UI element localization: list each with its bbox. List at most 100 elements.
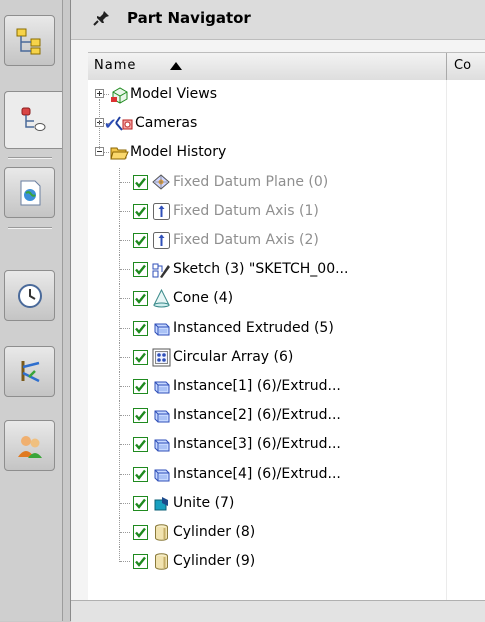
circular-array-icon [152,348,171,367]
extrude-icon [152,319,171,338]
tree-row-label: Instance[1] (6)/Extrud... [173,378,341,394]
expand-icon[interactable] [95,89,104,98]
tree-row-model-views[interactable]: Model Views [88,80,446,109]
column-divider [446,80,447,600]
tree-row-label: Cylinder (8) [173,524,256,540]
assembly-navigator-tab[interactable] [4,15,55,66]
roles-tab[interactable] [4,420,55,471]
tree-connector [120,415,130,416]
tree-row-label: Cameras [135,115,198,131]
tree-row-instance-4-6-extrud[interactable]: Instance[4] (6)/Extrud... [88,460,446,489]
feature-checkbox-icon[interactable] [133,525,148,540]
second-column-header[interactable]: Co [448,53,485,80]
tree-row-label: Model History [130,144,227,160]
tree-connector [120,298,130,299]
tree-row-label: Model Views [130,86,218,102]
tree-row-instance-1-6-extrud[interactable]: Instance[1] (6)/Extrud... [88,372,446,401]
feature-checkbox-icon[interactable] [133,379,148,394]
tree-connector [120,357,130,358]
tree-connector [120,386,130,387]
second-column-label: Co [454,58,472,73]
tree-row-cylinder-8[interactable]: Cylinder (8) [88,518,446,547]
system-materials-tab[interactable] [4,346,55,397]
tree-connector [119,547,120,562]
navigator-title-bar: Part Navigator [71,0,485,40]
tree-row-instance-3-6-extrud[interactable]: Instance[3] (6)/Extrud... [88,430,446,459]
tree-row-label: Unite (7) [173,495,235,511]
column-header-row: Name Co [88,52,485,81]
history-tab[interactable] [4,270,55,321]
open-folder-icon [110,143,129,162]
feature-checkbox-icon[interactable] [133,321,148,336]
extrude-icon [152,377,171,396]
tree-row-cameras[interactable]: ✔ Cameras [88,109,446,138]
name-column-header[interactable]: Name [88,53,447,80]
extrude-icon [152,435,171,454]
sketch-icon [152,260,171,279]
feature-checkbox-icon[interactable] [133,467,148,482]
feature-checkbox-icon[interactable] [133,496,148,511]
tree-row-circular-array-6[interactable]: Circular Array (6) [88,343,446,372]
model-views-icon [110,85,129,104]
tree-connector [120,211,130,212]
tree-row-fixed-datum-axis-2[interactable]: Fixed Datum Axis (2) [88,226,446,255]
tree-connector [120,561,130,562]
cylinder-icon [152,552,171,571]
tree-row-instance-2-6-extrud[interactable]: Instance[2] (6)/Extrud... [88,401,446,430]
feature-checkbox-icon[interactable] [133,233,148,248]
tree-row-label: Fixed Datum Axis (1) [173,203,319,219]
tree-row-label: Cone (4) [173,290,234,306]
datum-plane-icon [152,173,171,192]
sort-ascending-icon [170,62,182,70]
tree-connector [104,152,109,153]
tree-row-label: Fixed Datum Axis (2) [173,232,319,248]
tree-row-cylinder-9[interactable]: Cylinder (9) [88,547,446,576]
tree-row-label: Instanced Extruded (5) [173,320,334,336]
tree-row-unite-7[interactable]: Unite (7) [88,489,446,518]
feature-checkbox-icon[interactable] [133,554,148,569]
feature-checkbox-icon[interactable] [133,204,148,219]
tree-row-label: Instance[4] (6)/Extrud... [173,466,341,482]
feature-checkbox-icon[interactable] [133,262,148,277]
cameras-icon [114,114,133,133]
feature-checkbox-icon[interactable] [133,408,148,423]
feature-checkbox-icon[interactable] [133,350,148,365]
name-column-label: Name [94,58,137,73]
tree-row-label: Circular Array (6) [173,349,294,365]
tree-connector [120,532,130,533]
panel-title: Part Navigator [127,9,251,27]
feature-tree: Model Views ✔ Cameras Model History Fixed Da… [88,80,485,600]
tree-row-label: Sketch (3) "SKETCH_00... [173,261,349,277]
feature-checkbox-icon[interactable] [133,175,148,190]
history-clock-icon [17,283,42,308]
tree-row-instanced-extruded-5[interactable]: Instanced Extruded (5) [88,314,446,343]
details-splitter[interactable] [71,600,485,622]
system-materials-icon [21,360,40,382]
feature-checkbox-icon[interactable] [133,437,148,452]
web-browser-tab[interactable] [4,167,55,218]
tree-row-label: Cylinder (9) [173,553,256,569]
cone-icon [152,288,171,308]
tree-connector [120,328,130,329]
tree-connector [120,444,130,445]
tree-row-fixed-datum-axis-1[interactable]: Fixed Datum Axis (1) [88,197,446,226]
tree-connector [104,94,109,95]
tree-row-model-history[interactable]: Model History [88,138,446,167]
feature-checkbox-icon[interactable] [133,291,148,306]
tree-row-cone-4[interactable]: Cone (4) [88,284,446,313]
tree-connector [120,182,130,183]
tree-row-label: Instance[2] (6)/Extrud... [173,407,341,423]
assembly-navigator-icon [16,28,40,54]
tree-connector [120,269,130,270]
extrude-icon [152,406,171,425]
tree-row-fixed-datum-plane-0[interactable]: Fixed Datum Plane (0) [88,168,446,197]
unite-icon [152,494,171,513]
datum-axis-icon [152,231,171,250]
tree-connector [120,240,130,241]
part-navigator-icon [21,107,45,131]
pin-icon[interactable] [93,9,111,27]
part-navigator-tab[interactable] [4,91,62,149]
extrude-icon [152,465,171,484]
tree-row-label: Instance[3] (6)/Extrud... [173,436,341,452]
tree-row-sketch-3-sketch-00[interactable]: Sketch (3) "SKETCH_00... [88,255,446,284]
